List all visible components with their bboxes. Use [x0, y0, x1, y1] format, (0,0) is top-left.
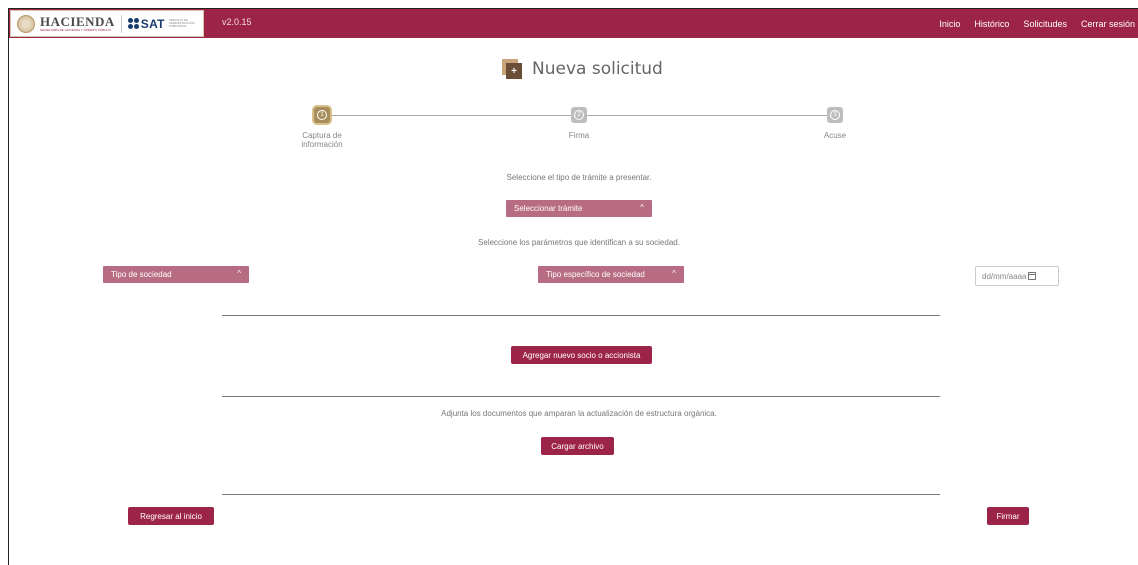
step-1-indicator: 1 [314, 107, 330, 123]
divider-1 [222, 315, 940, 316]
step-3-indicator: 3 [827, 107, 843, 123]
step-3-number: 3 [830, 110, 840, 120]
calendar-icon[interactable] [1028, 272, 1037, 280]
top-navbar: HACIENDA SECRETARÍA DE HACIENDA Y CRÉDIT… [9, 9, 1138, 38]
chevron-up-icon: ^ [672, 269, 676, 278]
page-header: + Nueva solicitud [502, 59, 663, 79]
nav-historico[interactable]: Histórico [974, 19, 1009, 29]
nav-cerrar-sesion[interactable]: Cerrar sesión [1081, 19, 1135, 29]
main-nav: Inicio Histórico Solicitudes Cerrar sesi… [939, 9, 1138, 38]
docs-instruction: Adjunta los documentos que amparan la ac… [441, 409, 717, 418]
hacienda-brand-sub: SECRETARÍA DE HACIENDA Y CRÉDITO PÚBLICO [40, 28, 111, 32]
tramite-instruction: Seleccione el tipo de trámite a presenta… [506, 173, 652, 182]
nav-inicio[interactable]: Inicio [939, 19, 960, 29]
national-seal-icon [17, 14, 35, 33]
sign-button[interactable]: Firmar [987, 507, 1029, 525]
sat-dots-icon [127, 18, 139, 29]
date-placeholder: dd/mm/aaaa [982, 271, 1027, 281]
tipo-especifico-label: Tipo específico de sociedad [546, 270, 645, 279]
add-partner-button[interactable]: Agregar nuevo socio o accionista [511, 346, 652, 364]
step-2-indicator: 2 [571, 107, 587, 123]
hacienda-sat-logo[interactable]: HACIENDA SECRETARÍA DE HACIENDA Y CRÉDIT… [10, 10, 204, 37]
hacienda-brand: HACIENDA [40, 14, 115, 29]
chevron-up-icon: ^ [237, 269, 241, 278]
step-1-number: 1 [317, 110, 327, 120]
date-input[interactable]: dd/mm/aaaa [975, 266, 1059, 286]
app-window: HACIENDA SECRETARÍA DE HACIENDA Y CRÉDIT… [8, 8, 1138, 565]
document-add-icon: + [502, 59, 522, 79]
step-2-label: Firma [568, 131, 590, 140]
tipo-sociedad-label: Tipo de sociedad [111, 270, 172, 279]
chevron-up-icon: ^ [640, 203, 644, 212]
nav-solicitudes[interactable]: Solicitudes [1023, 19, 1067, 29]
sat-brand-sub: SERVICIO DE ADMINISTRACIÓN TRIBUTARIA [168, 17, 195, 29]
step-1-label: Captura de información [301, 131, 343, 150]
tipo-especifico-select[interactable]: Tipo específico de sociedad ^ [538, 266, 684, 283]
step-2-number: 2 [574, 110, 584, 120]
upload-file-button[interactable]: Cargar archivo [541, 437, 614, 455]
divider-2 [222, 396, 940, 397]
step-3-label: Acuse [823, 131, 847, 140]
divider-3 [222, 494, 940, 495]
version-label: v2.0.15 [222, 17, 252, 27]
tramite-select[interactable]: Seleccionar trámite ^ [506, 200, 652, 217]
sat-brand: SAT [140, 16, 165, 31]
logo-divider [120, 14, 122, 33]
page-title: Nueva solicitud [532, 59, 663, 79]
back-to-start-button[interactable]: Regresar al inicio [128, 507, 214, 525]
tramite-select-label: Seleccionar trámite [514, 204, 583, 213]
params-instruction: Seleccione los parámetros que identifica… [478, 238, 680, 247]
tipo-sociedad-select[interactable]: Tipo de sociedad ^ [103, 266, 249, 283]
